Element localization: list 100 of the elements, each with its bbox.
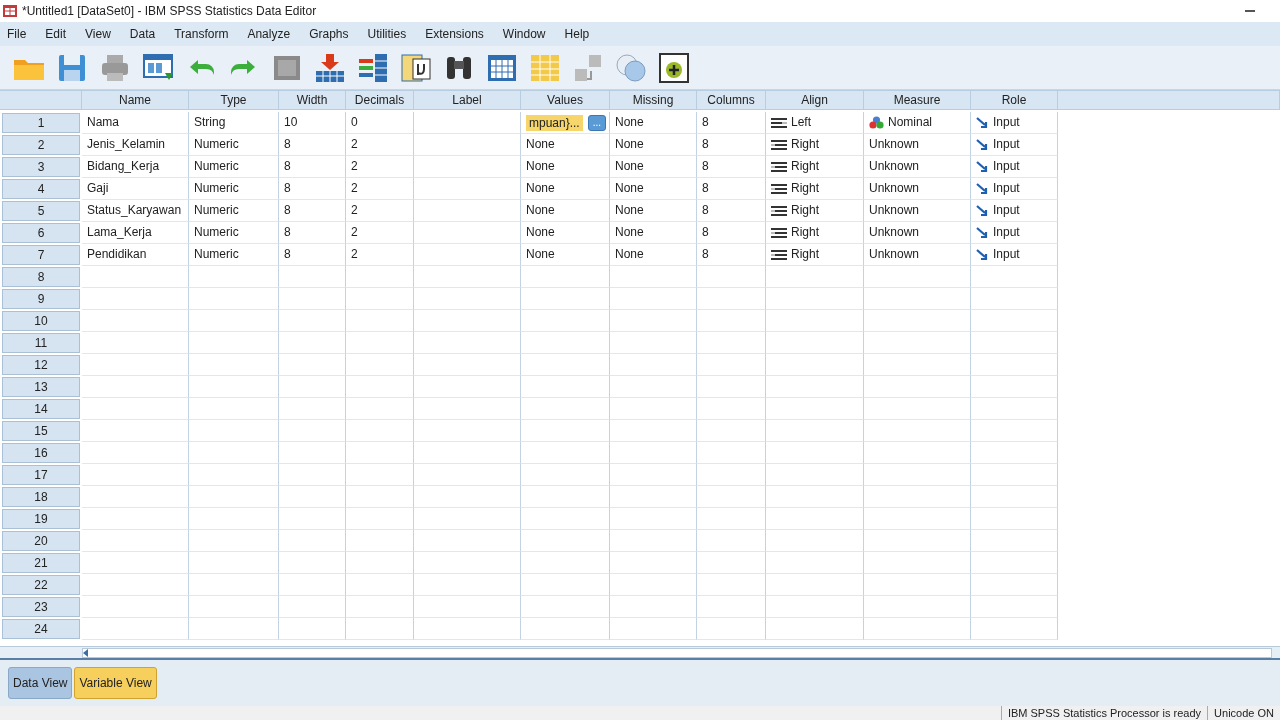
grid-cell[interactable] <box>346 486 414 508</box>
grid-cell[interactable] <box>864 354 971 376</box>
grid-cell[interactable] <box>189 376 279 398</box>
grid-cell[interactable] <box>766 464 864 486</box>
grid-cell[interactable] <box>766 552 864 574</box>
grid-cell[interactable] <box>346 596 414 618</box>
grid-cell[interactable] <box>189 398 279 420</box>
grid-cell[interactable] <box>414 596 521 618</box>
grid-cell[interactable] <box>697 354 766 376</box>
grid-cell[interactable] <box>610 354 697 376</box>
grid-cell[interactable] <box>82 442 189 464</box>
row-number[interactable]: 16 <box>2 443 80 463</box>
grid-cell[interactable] <box>864 288 971 310</box>
grid-cell[interactable] <box>697 596 766 618</box>
grid-cell[interactable] <box>697 464 766 486</box>
row-number[interactable]: 22 <box>2 575 80 595</box>
grid-cell[interactable] <box>82 618 189 640</box>
grid-cell[interactable] <box>189 508 279 530</box>
grid-cell[interactable] <box>414 200 521 222</box>
grid-cell[interactable] <box>346 552 414 574</box>
grid-cell[interactable] <box>610 618 697 640</box>
table-cell[interactable]: None <box>521 134 610 156</box>
grid-cell[interactable] <box>864 376 971 398</box>
grid-cell[interactable] <box>346 288 414 310</box>
row-number[interactable]: 23 <box>2 597 80 617</box>
grid-cell[interactable] <box>521 552 610 574</box>
table-cell[interactable]: None <box>521 200 610 222</box>
grid-cell[interactable] <box>766 486 864 508</box>
values-field[interactable]: mpuan}... <box>526 114 583 131</box>
row-number[interactable]: 21 <box>2 553 80 573</box>
grid-cell[interactable] <box>279 486 346 508</box>
grid-cell[interactable] <box>864 574 971 596</box>
row-number[interactable]: 2 <box>2 135 80 155</box>
scrollbar[interactable] <box>82 647 1272 658</box>
grid-cell[interactable] <box>82 530 189 552</box>
grid-cell[interactable] <box>189 530 279 552</box>
column-header[interactable]: Measure <box>864 90 971 110</box>
grid-cell[interactable] <box>766 376 864 398</box>
grid-cell[interactable] <box>697 332 766 354</box>
grid-cell[interactable] <box>864 310 971 332</box>
column-header[interactable]: Role <box>971 90 1058 110</box>
column-header[interactable]: Label <box>414 90 521 110</box>
grid-cell[interactable] <box>521 332 610 354</box>
grid-cell[interactable] <box>610 508 697 530</box>
grid-cell[interactable] <box>766 288 864 310</box>
grid-cell[interactable] <box>864 596 971 618</box>
menu-item[interactable]: View <box>84 25 120 43</box>
grid-cell[interactable] <box>189 332 279 354</box>
grid-cell[interactable] <box>414 420 521 442</box>
grid-cell[interactable] <box>414 222 521 244</box>
grid-cell[interactable] <box>766 442 864 464</box>
grid-cell[interactable] <box>864 552 971 574</box>
grid-cell[interactable] <box>610 552 697 574</box>
grid-cell[interactable] <box>697 266 766 288</box>
grid-cell[interactable] <box>189 354 279 376</box>
grid-cell[interactable] <box>279 530 346 552</box>
grid-cell[interactable] <box>610 420 697 442</box>
grid-cell[interactable] <box>864 332 971 354</box>
grid-cell[interactable] <box>189 596 279 618</box>
grid-cell[interactable] <box>346 574 414 596</box>
grid-cell[interactable] <box>521 464 610 486</box>
grid-cell[interactable] <box>189 288 279 310</box>
grid-cell[interactable] <box>864 398 971 420</box>
grid-cell[interactable] <box>346 464 414 486</box>
grid-cell[interactable] <box>414 464 521 486</box>
menu-item[interactable]: Edit <box>44 25 76 43</box>
grid-cell[interactable] <box>279 420 346 442</box>
row-number[interactable]: 7 <box>2 245 80 265</box>
grid-cell[interactable] <box>414 288 521 310</box>
row-number[interactable]: 1 <box>2 113 80 133</box>
grid-cell[interactable] <box>279 398 346 420</box>
grid-cell[interactable] <box>414 156 521 178</box>
grid-cell[interactable] <box>346 530 414 552</box>
view-tab[interactable]: Data View <box>8 667 73 699</box>
grid-cell[interactable] <box>414 552 521 574</box>
row-number[interactable]: 14 <box>2 399 80 419</box>
menu-item[interactable]: Help <box>563 25 599 43</box>
grid-cell[interactable] <box>766 310 864 332</box>
grid-cell[interactable] <box>82 332 189 354</box>
grid-cell[interactable] <box>414 530 521 552</box>
grid-cell[interactable] <box>697 508 766 530</box>
grid-cell[interactable] <box>189 486 279 508</box>
menu-item[interactable]: Transform <box>173 25 238 43</box>
column-header[interactable]: Missing <box>610 90 697 110</box>
grid-cell[interactable] <box>766 354 864 376</box>
grid-cell[interactable] <box>346 266 414 288</box>
grid-cell[interactable] <box>82 596 189 618</box>
grid-cell[interactable] <box>189 442 279 464</box>
grid-cell[interactable] <box>414 310 521 332</box>
grid-cell[interactable] <box>610 574 697 596</box>
grid-cell[interactable] <box>697 288 766 310</box>
grid-cell[interactable] <box>766 508 864 530</box>
grid-cell[interactable] <box>189 552 279 574</box>
grid-cell[interactable] <box>279 442 346 464</box>
grid-cell[interactable] <box>521 266 610 288</box>
grid-cell[interactable] <box>766 574 864 596</box>
minimize-icon[interactable] <box>1245 10 1255 12</box>
grid-cell[interactable] <box>697 442 766 464</box>
grid-cell[interactable] <box>610 310 697 332</box>
grid-cell[interactable] <box>82 574 189 596</box>
